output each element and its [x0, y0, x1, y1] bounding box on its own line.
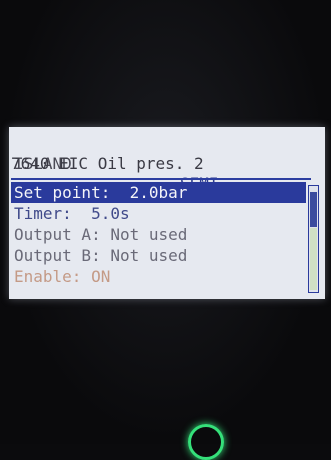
menu-item-timer[interactable]: Timer: 5.0s: [11, 203, 306, 224]
menu-item-set-point[interactable]: Set point: 2.0bar: [11, 182, 306, 203]
parameter-list: Set point: 2.0bar Timer: 5.0s Output A: …: [11, 182, 306, 292]
lcd-screen: ISLAND SEMI 7640 EIC Oil pres. 2 Set poi…: [9, 127, 325, 299]
divider: [11, 178, 311, 180]
menu-item-output-b[interactable]: Output B: Not used: [11, 245, 306, 266]
menu-item-enable[interactable]: Enable: ON: [11, 266, 306, 287]
scrollbar[interactable]: [308, 185, 319, 293]
parameter-title: 7640 EIC Oil pres. 2: [11, 154, 204, 173]
header-mode-row: ISLAND SEMI: [14, 134, 304, 193]
menu-item-output-a[interactable]: Output A: Not used: [11, 224, 306, 245]
scrollbar-track: [310, 228, 317, 290]
indicator-ring-icon: [188, 424, 224, 460]
scrollbar-thumb[interactable]: [310, 192, 317, 227]
